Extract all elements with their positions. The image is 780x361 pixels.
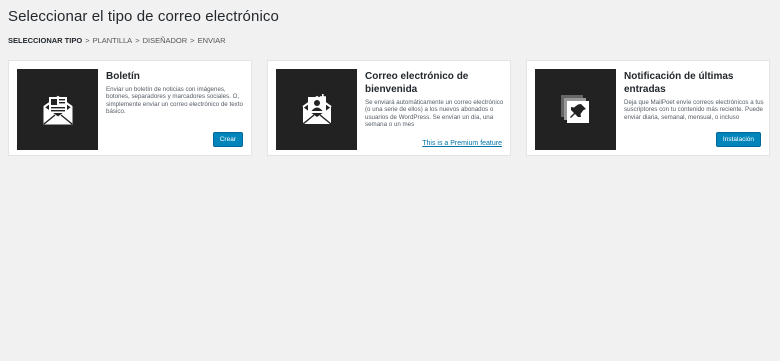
breadcrumb: SELECCIONAR TIPO > PLANTILLA > DISEÑADOR > ENV… — [8, 36, 226, 45]
welcome-thumbnail — [276, 69, 357, 150]
email-type-card-newsletter: Boletín Enviar un boletín de noticias co… — [8, 60, 252, 156]
breadcrumb-step-template: PLANTILLA — [92, 36, 133, 45]
newsletter-thumbnail — [17, 69, 98, 150]
breadcrumb-separator: > — [85, 36, 90, 45]
page-title: Seleccionar el tipo de correo electrónic… — [8, 8, 279, 25]
email-type-card-welcome: Correo electrónico de bienvenida Se envi… — [267, 60, 511, 156]
card-description: Enviar un boletín de noticias con imágen… — [106, 86, 243, 116]
premium-feature-link[interactable]: This is a Premium feature — [422, 140, 502, 147]
card-title: Boletín — [106, 71, 140, 82]
post-notification-thumbnail — [535, 69, 616, 150]
welcome-user-envelope-icon — [301, 93, 332, 125]
post-notification-pin-icon — [560, 94, 589, 123]
card-title: Notificación de últimas entradas — [624, 71, 734, 95]
setup-button[interactable]: Instalación — [715, 132, 761, 147]
newsletter-envelope-icon — [42, 95, 73, 125]
email-type-card-post-notification: Notificación de últimas entradas Deja qu… — [526, 60, 770, 156]
create-button[interactable]: Crear — [212, 132, 243, 147]
breadcrumb-separator: > — [135, 36, 140, 45]
card-description: Se enviará automáticamente un correo ele… — [365, 99, 504, 129]
breadcrumb-separator: > — [190, 36, 195, 45]
card-description: Deja que MailPoet envíe correos electrón… — [624, 99, 764, 121]
breadcrumb-step-designer: DISEÑADOR — [142, 36, 188, 45]
card-title: Correo electrónico de bienvenida — [365, 71, 469, 95]
breadcrumb-step-send: ENVIAR — [197, 36, 226, 45]
breadcrumb-step-select-type: SELECCIONAR TIPO — [8, 36, 83, 45]
